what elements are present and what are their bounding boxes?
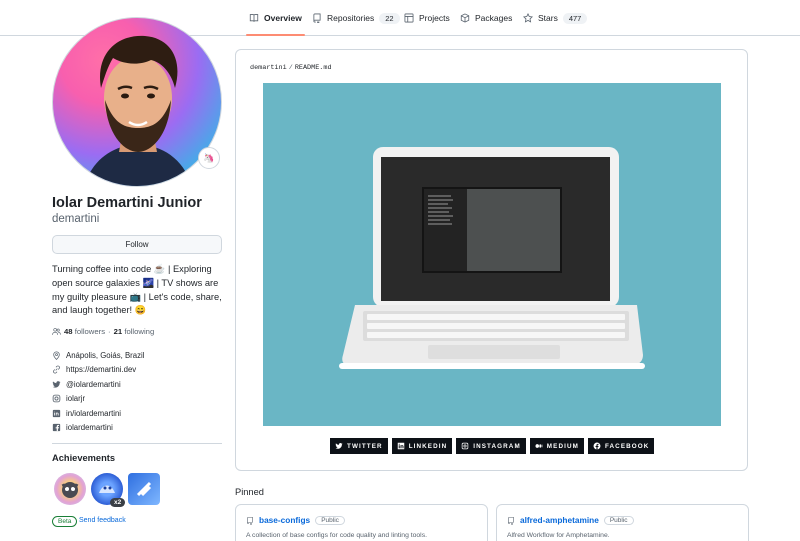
twitter-item[interactable]: @iolardemartini bbox=[52, 377, 224, 392]
link-icon bbox=[53, 365, 60, 374]
laptop-illustration bbox=[339, 147, 645, 369]
linkedin-badge[interactable]: LINKEDIN bbox=[391, 438, 453, 454]
sidebar-divider bbox=[52, 443, 222, 444]
package-icon bbox=[460, 13, 470, 23]
facebook-icon bbox=[593, 442, 601, 450]
avatar-illustration bbox=[83, 35, 193, 186]
send-feedback-link[interactable]: Send feedback bbox=[79, 517, 126, 524]
rocket-icon bbox=[136, 481, 152, 497]
readme-box: demartini / README.md TWITTER LINKEDIN I… bbox=[235, 49, 748, 471]
tab-label: Stars bbox=[538, 13, 558, 23]
readme-hero-image bbox=[263, 83, 721, 426]
medium-icon bbox=[535, 444, 543, 448]
facebook-item[interactable]: iolardemartini bbox=[52, 421, 224, 436]
cat-icon bbox=[61, 482, 79, 498]
status-emoji[interactable]: 🦄 bbox=[198, 147, 220, 169]
badge-label: INSTAGRAM bbox=[473, 442, 521, 450]
followers-link[interactable]: 48 followers bbox=[64, 327, 105, 336]
achievement-multiplier: x2 bbox=[110, 498, 126, 507]
achievement-badge-3[interactable] bbox=[128, 473, 160, 505]
profile-bio: Turning coffee into code ☕ | Exploring o… bbox=[52, 264, 222, 316]
instagram-badge[interactable]: INSTAGRAM bbox=[456, 438, 526, 454]
follow-button[interactable]: Follow bbox=[52, 235, 222, 254]
profile-login: demartini bbox=[52, 213, 100, 225]
repo-visibility-label: Public bbox=[603, 515, 634, 525]
beta-label: Beta bbox=[52, 516, 78, 527]
tab-label: Repositories bbox=[327, 13, 375, 23]
readme-path: demartini / README.md bbox=[250, 64, 332, 72]
website-item[interactable]: https://demartini.dev bbox=[52, 363, 224, 378]
pinned-repo-card: base-configs Public A collection of base… bbox=[235, 504, 488, 541]
badge-label: LINKEDIN bbox=[408, 442, 448, 450]
website-link[interactable]: https://demartini.dev bbox=[66, 365, 136, 374]
facebook-handle[interactable]: iolardemartini bbox=[66, 423, 113, 432]
profile-details: Anápolis, Goiás, Brazil https://demartin… bbox=[52, 348, 224, 435]
repositories-count: 22 bbox=[379, 12, 400, 24]
profile-fullname: Iolar Demartini Junior bbox=[52, 195, 202, 211]
repo-visibility-label: Public bbox=[315, 515, 345, 525]
stars-count: 477 bbox=[562, 12, 588, 24]
following-link[interactable]: 21 following bbox=[114, 327, 155, 336]
medium-badge[interactable]: MEDIUM bbox=[529, 438, 584, 454]
unicorn-icon: 🦄 bbox=[203, 152, 215, 163]
repo-icon bbox=[247, 516, 253, 525]
twitter-icon bbox=[52, 380, 61, 388]
twitter-icon bbox=[335, 443, 343, 449]
people-icon bbox=[52, 328, 61, 335]
badge-label: MEDIUM bbox=[546, 442, 579, 450]
tab-label: Overview bbox=[264, 13, 302, 23]
instagram-item[interactable]: iolarjr bbox=[52, 392, 224, 407]
facebook-badge[interactable]: FACEBOOK bbox=[587, 438, 655, 454]
star-icon bbox=[523, 13, 533, 23]
readme-file-name: README.md bbox=[294, 64, 332, 72]
readme-owner-link[interactable]: demartini bbox=[250, 64, 287, 72]
follow-stats: 48 followers · 21 following bbox=[52, 327, 154, 336]
linkedin-item[interactable]: in/iolardemartini bbox=[52, 406, 224, 421]
following-label: following bbox=[124, 327, 155, 336]
table-icon bbox=[404, 13, 414, 23]
location-item: Anápolis, Goiás, Brazil bbox=[52, 348, 224, 363]
book-icon bbox=[249, 14, 259, 22]
location-icon bbox=[53, 351, 60, 360]
pinned-repo-card: alfred-amphetamine Public Alfred Workflo… bbox=[496, 504, 749, 541]
twitter-badge[interactable]: TWITTER bbox=[330, 438, 388, 454]
instagram-handle[interactable]: iolarjr bbox=[66, 394, 85, 403]
tab-label: Projects bbox=[419, 13, 450, 23]
pinned-repo-header: base-configs Public bbox=[246, 515, 345, 525]
linkedin-icon bbox=[52, 409, 61, 417]
following-count: 21 bbox=[113, 327, 123, 336]
linkedin-handle[interactable]: in/iolardemartini bbox=[66, 409, 121, 418]
tab-overview[interactable]: Overview bbox=[246, 0, 305, 36]
tab-packages[interactable]: Packages bbox=[460, 0, 512, 36]
repo-icon bbox=[313, 13, 321, 23]
tab-stars[interactable]: Stars 477 bbox=[523, 0, 588, 36]
badge-label: TWITTER bbox=[347, 442, 383, 450]
location-text: Anápolis, Goiás, Brazil bbox=[66, 350, 145, 360]
repo-name-link[interactable]: base-configs bbox=[259, 515, 310, 525]
pinned-heading: Pinned bbox=[235, 487, 264, 497]
followers-count: 48 bbox=[64, 327, 73, 336]
repo-icon bbox=[508, 516, 514, 525]
achievement-badge-1[interactable] bbox=[54, 473, 86, 505]
facebook-icon bbox=[52, 424, 61, 432]
tab-projects[interactable]: Projects bbox=[404, 0, 450, 36]
badge-label: FACEBOOK bbox=[604, 442, 650, 450]
linkedin-icon bbox=[397, 442, 404, 450]
avatar[interactable] bbox=[52, 17, 222, 187]
achievements-heading: Achievements bbox=[52, 453, 116, 463]
repo-description: A collection of base configs for code qu… bbox=[246, 532, 427, 539]
followers-label: followers bbox=[74, 327, 106, 336]
pinned-repo-header: alfred-amphetamine Public bbox=[507, 515, 634, 525]
separator-dot: · bbox=[108, 327, 111, 336]
twitter-handle[interactable]: @iolardemartini bbox=[66, 380, 121, 389]
instagram-icon bbox=[52, 394, 61, 403]
tab-label: Packages bbox=[475, 13, 513, 23]
social-badges: TWITTER LINKEDIN INSTAGRAM MEDIUM FACEBO… bbox=[330, 438, 655, 454]
repo-description: Alfred Workflow for Amphetamine. bbox=[507, 532, 610, 539]
repo-name-link[interactable]: alfred-amphetamine bbox=[520, 515, 599, 525]
instagram-icon bbox=[461, 442, 469, 450]
tab-repositories[interactable]: Repositories 22 bbox=[312, 0, 400, 36]
path-separator: / bbox=[288, 64, 293, 72]
